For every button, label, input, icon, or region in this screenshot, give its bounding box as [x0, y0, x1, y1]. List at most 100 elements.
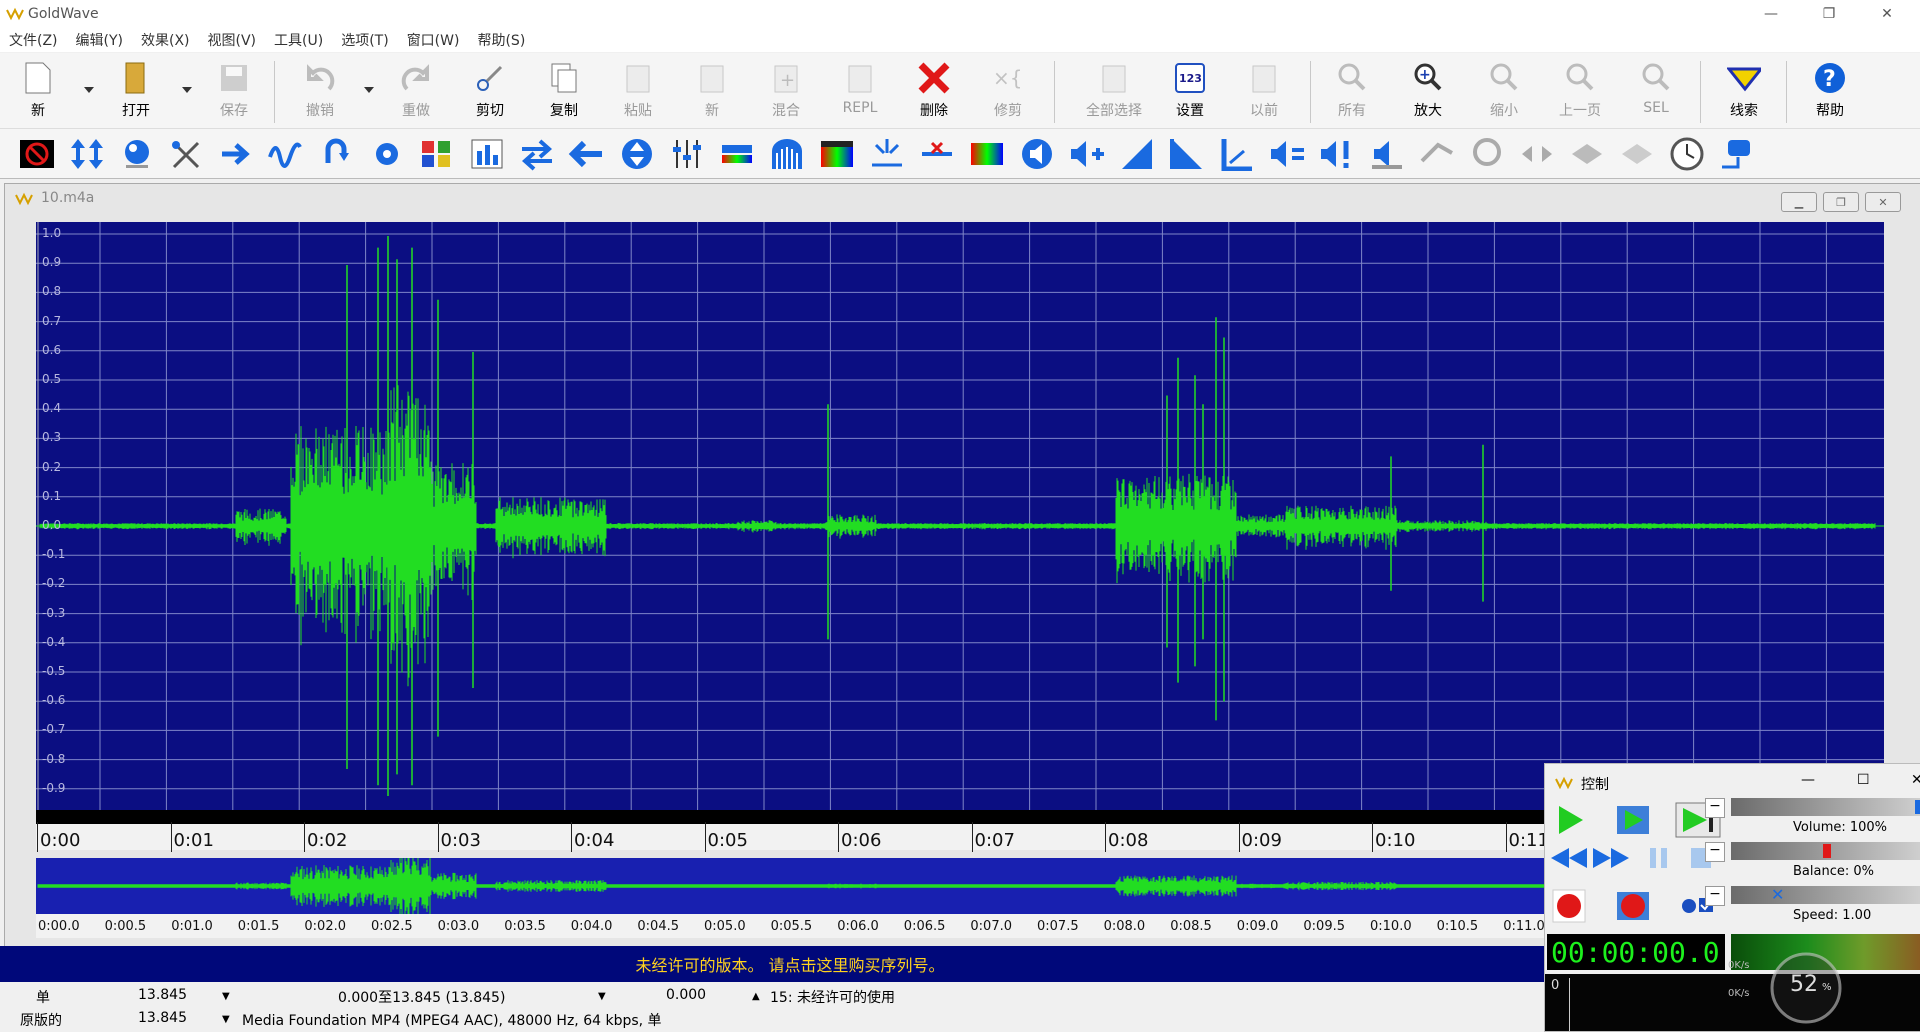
playback-gray-2-icon[interactable]: [1468, 137, 1506, 171]
volume-slider[interactable]: [1731, 798, 1920, 816]
paste-new-button[interactable]: 新: [684, 59, 740, 125]
playback-gray-4-icon[interactable]: [1568, 137, 1606, 171]
original-dropdown-icon[interactable]: ▼: [222, 1014, 230, 1025]
play-icon[interactable]: [1551, 802, 1587, 838]
document-logo-icon: [15, 192, 33, 206]
open-button[interactable]: 打开: [108, 59, 164, 125]
delete-button[interactable]: 删除: [906, 59, 962, 125]
speed-slider[interactable]: ✕: [1731, 886, 1920, 904]
set-button[interactable]: 123 设置: [1162, 59, 1218, 125]
arrow-left-icon[interactable]: [568, 137, 606, 171]
trim-button[interactable]: ×{}× 修剪: [980, 59, 1036, 125]
menu-tools[interactable]: 工具(U): [265, 30, 332, 50]
menu-view[interactable]: 视图(V): [199, 30, 266, 50]
doc-close-button[interactable]: ✕: [1865, 192, 1901, 212]
save-button[interactable]: 保存: [206, 59, 262, 125]
control-minimize-button[interactable]: —: [1801, 772, 1815, 788]
spectrum-bar-icon[interactable]: [718, 137, 756, 171]
mixer-x-icon[interactable]: [168, 137, 206, 171]
replace-button[interactable]: REPL: [832, 59, 888, 125]
compress-red-x-icon[interactable]: [918, 137, 956, 171]
fast-forward-icon[interactable]: [1591, 844, 1631, 872]
record-selection-icon[interactable]: [1615, 888, 1651, 924]
fade-in-icon[interactable]: [1118, 137, 1156, 171]
sliders-icon[interactable]: [668, 137, 706, 171]
balance-slider[interactable]: [1731, 842, 1920, 860]
paste-button[interactable]: 粘贴: [610, 59, 666, 125]
undo-button[interactable]: 撤销: [292, 59, 348, 125]
gear-effect-icon[interactable]: [368, 137, 406, 171]
menu-help[interactable]: 帮助(S): [468, 30, 534, 50]
open-dropdown-icon[interactable]: [182, 87, 192, 93]
record-icon[interactable]: [1551, 888, 1587, 924]
control-maximize-button[interactable]: ☐: [1857, 772, 1870, 788]
close-button[interactable]: ✕: [1864, 0, 1910, 28]
range-dropdown-icon[interactable]: ▼: [598, 991, 606, 1002]
document-title: 10.m4a: [41, 190, 95, 206]
open-folder-icon: [119, 59, 153, 97]
menu-window[interactable]: 窗口(W): [398, 30, 469, 50]
cut-button[interactable]: 剪切: [462, 59, 518, 125]
expand-vertical-icon[interactable]: [68, 137, 106, 171]
fade-arches-icon[interactable]: [768, 137, 806, 171]
maximize-button[interactable]: ❐: [1806, 0, 1852, 28]
fade-out-icon[interactable]: [1168, 137, 1206, 171]
cue-button[interactable]: 线索: [1716, 59, 1772, 125]
spark-split-icon[interactable]: [868, 137, 906, 171]
redo-button[interactable]: 重做: [388, 59, 444, 125]
length-dropdown-icon[interactable]: ▼: [222, 991, 230, 1002]
menu-file[interactable]: 文件(Z): [0, 30, 67, 50]
zoom-in-button[interactable]: + 放大: [1400, 59, 1456, 125]
swap-arrows-icon[interactable]: [518, 137, 556, 171]
new-button[interactable]: 新: [10, 59, 66, 125]
spectrum-image-icon[interactable]: [818, 137, 856, 171]
help-button[interactable]: ? 帮助: [1802, 59, 1858, 125]
doc-minimize-button[interactable]: ▁: [1781, 192, 1817, 212]
doc-restore-button[interactable]: ❐: [1823, 192, 1859, 212]
menu-options[interactable]: 选项(T): [332, 30, 397, 50]
volume-decrease-button[interactable]: −: [1705, 798, 1725, 818]
playback-gray-3-icon[interactable]: [1518, 137, 1556, 171]
sel-button[interactable]: SEL: [1628, 59, 1684, 125]
menu-effect[interactable]: 效果(X): [132, 30, 199, 50]
vertical-arrows-circle-icon[interactable]: [618, 137, 656, 171]
color-blocks-icon[interactable]: [418, 137, 456, 171]
volume-plus-icon[interactable]: [1068, 137, 1106, 171]
clock-icon[interactable]: [1668, 137, 1706, 171]
volume-shape-icon[interactable]: [1218, 137, 1256, 171]
rewind-icon[interactable]: [1549, 844, 1589, 872]
select-all-button[interactable]: 全部选择: [1074, 59, 1154, 125]
waveform-view[interactable]: [36, 222, 1884, 810]
zoom-out-button[interactable]: 缩小: [1476, 59, 1532, 125]
sphere-effect-icon[interactable]: [118, 137, 156, 171]
previous-button[interactable]: 以前: [1236, 59, 1292, 125]
control-close-button[interactable]: ✕: [1911, 772, 1920, 788]
menu-edit[interactable]: 编辑(Y): [67, 30, 132, 50]
volume-minus-icon[interactable]: [1268, 137, 1306, 171]
pause-icon[interactable]: [1645, 844, 1673, 872]
position-spin-icon[interactable]: ▲: [752, 991, 760, 1002]
new-dropdown-icon[interactable]: [84, 87, 94, 93]
zoom-all-button[interactable]: 所有: [1324, 59, 1380, 125]
color-grid-icon[interactable]: [968, 137, 1006, 171]
speed-decrease-button[interactable]: −: [1705, 886, 1725, 906]
copy-button[interactable]: 复制: [536, 59, 592, 125]
reverse-icon[interactable]: [318, 137, 356, 171]
balance-decrease-button[interactable]: −: [1705, 842, 1725, 862]
volume-warning-icon[interactable]: [1318, 137, 1356, 171]
time-tick-label: 0:04: [570, 822, 615, 852]
play-selection-icon[interactable]: [1615, 802, 1651, 838]
minimize-button[interactable]: —: [1748, 0, 1794, 28]
equalizer-chart-icon[interactable]: [468, 137, 506, 171]
speaker-volume-icon[interactable]: [1018, 137, 1056, 171]
wave-effect-icon[interactable]: [268, 137, 306, 171]
volume-low-icon[interactable]: [1368, 137, 1406, 171]
prev-page-button[interactable]: 上一页: [1552, 59, 1608, 125]
mix-button[interactable]: + 混合: [758, 59, 814, 125]
speech-bubble-icon[interactable]: [1718, 137, 1756, 171]
stop-effect-icon[interactable]: [18, 137, 56, 171]
playback-gray-5-icon[interactable]: [1618, 137, 1656, 171]
playback-gray-1-icon[interactable]: [1418, 137, 1456, 171]
arrow-right-bracket-icon[interactable]: [218, 137, 256, 171]
undo-dropdown-icon[interactable]: [364, 87, 374, 93]
